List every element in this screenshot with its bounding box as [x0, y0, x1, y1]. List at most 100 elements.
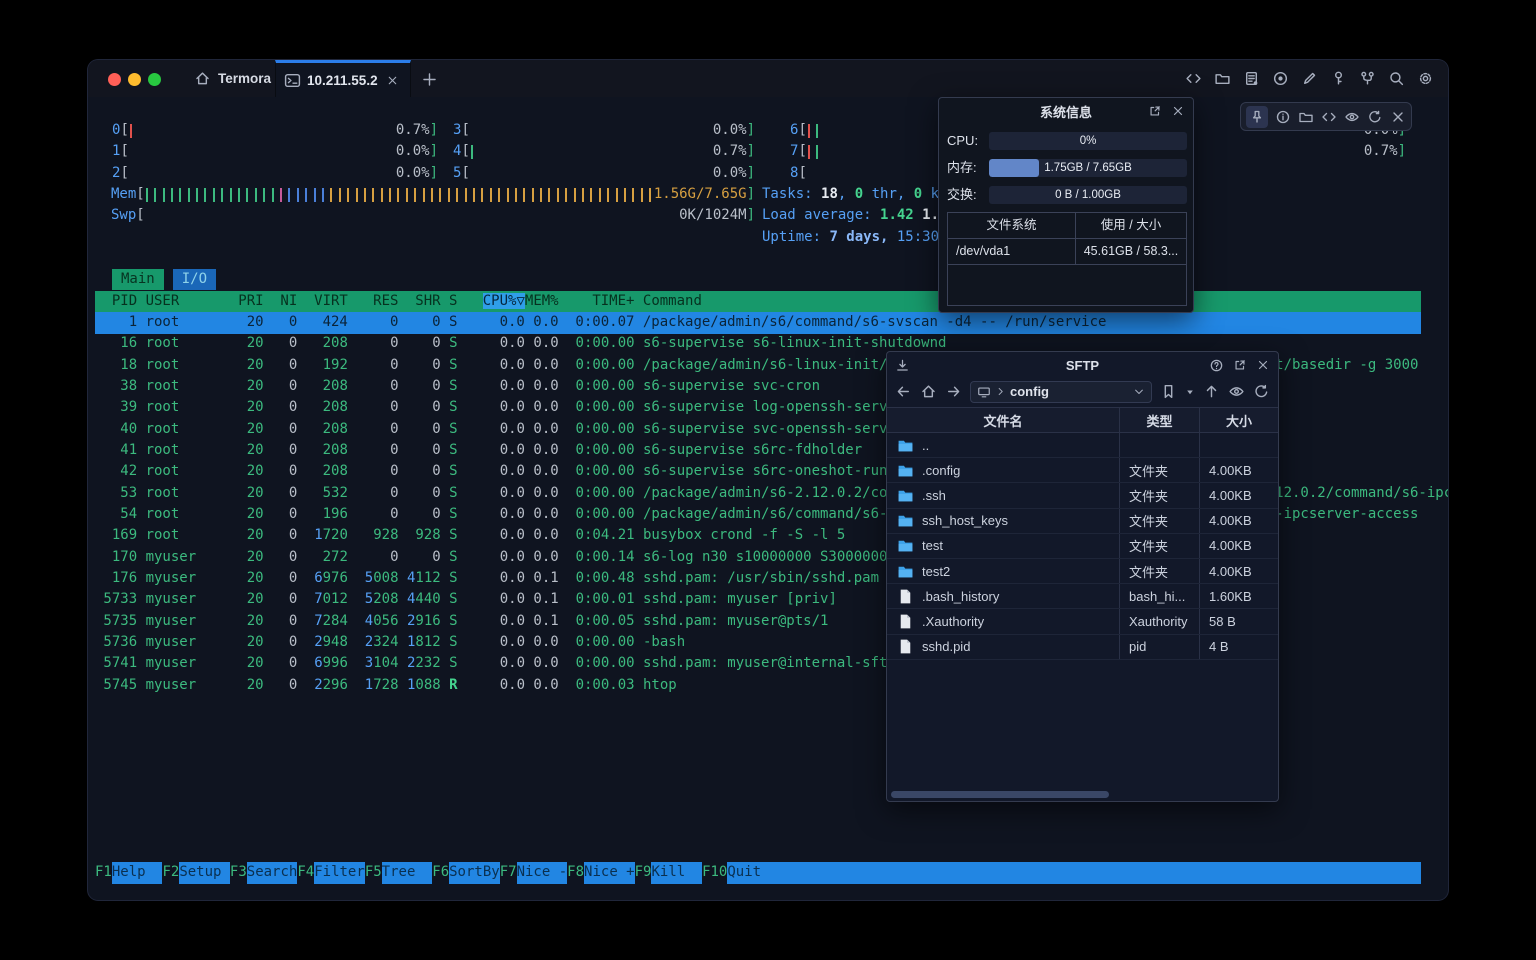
fkey-label-setup[interactable]: Setup [179, 862, 230, 884]
new-tab-button[interactable] [418, 68, 440, 90]
open-in-window-icon[interactable] [1233, 358, 1247, 372]
search-icon[interactable] [1388, 70, 1405, 87]
file-type: 文件夹 [1119, 458, 1199, 482]
tab-termora-label: Termora [218, 71, 271, 86]
file-row[interactable]: .ssh文件夹4.00KB [887, 483, 1278, 508]
file-row[interactable]: .bash_historybash_hi...1.60KB [887, 584, 1278, 609]
filesystem-row[interactable]: /dev/vda1 45.61GB / 58.3... [948, 239, 1186, 265]
close-panel-icon[interactable] [1256, 358, 1270, 372]
edit-icon [1301, 70, 1318, 87]
code-icon[interactable] [1321, 109, 1337, 125]
folder-icon[interactable] [1298, 109, 1314, 125]
process-row[interactable]: 42 root 20 0 208 0 0 S 0.0 0.0 0:00.00 s… [95, 461, 913, 483]
process-row[interactable]: 5736 myuser 20 0 2948 2324 1812 S 0.0 0.… [95, 632, 685, 654]
process-row[interactable]: 5735 myuser 20 0 7284 4056 2916 S 0.0 0.… [95, 611, 828, 633]
help-icon[interactable] [1209, 358, 1224, 373]
file-icon [897, 613, 914, 630]
process-row[interactable]: 16 root 20 0 208 0 0 S 0.0 0.0 0:00.00 s… [95, 333, 946, 355]
process-row[interactable]: 1 root 20 0 424 0 0 S 0.0 0.0 0:00.07 /p… [95, 312, 1421, 334]
fkey-label-help[interactable]: Help [112, 862, 163, 884]
fkey-label-kill[interactable]: Kill [651, 862, 702, 884]
file-size: 4.00KB [1199, 458, 1278, 482]
code-icon[interactable] [1185, 70, 1202, 87]
search-icon [1388, 70, 1405, 87]
process-row[interactable]: 5733 myuser 20 0 7012 5208 4440 S 0.0 0.… [95, 589, 837, 611]
edit-icon[interactable] [1301, 70, 1318, 87]
fkey-F10[interactable]: F10 [702, 862, 727, 884]
forward-icon[interactable] [945, 383, 962, 400]
fkey-label-filter[interactable]: Filter [314, 862, 365, 884]
folder-icon[interactable] [1214, 70, 1231, 87]
fkey-F6[interactable]: F6 [432, 862, 449, 884]
refresh-icon[interactable] [1367, 109, 1383, 125]
process-row[interactable]: 38 root 20 0 208 0 0 S 0.0 0.0 0:00.00 s… [95, 376, 820, 398]
process-table-header[interactable]: PID USER PRI NI VIRT RES SHR S CPU%▽MEM%… [95, 291, 1421, 313]
home-icon[interactable] [920, 383, 937, 400]
show-hidden-eye-icon[interactable] [1228, 383, 1245, 400]
fkey-F5[interactable]: F5 [365, 862, 382, 884]
settings-icon[interactable] [1417, 70, 1434, 87]
fkey-F8[interactable]: F8 [567, 862, 584, 884]
maximize-window-button[interactable] [148, 73, 161, 86]
close-panel-icon[interactable] [1171, 104, 1185, 118]
branch-icon[interactable] [1359, 70, 1376, 87]
refresh-icon[interactable] [1253, 383, 1270, 400]
memory-label: 内存: [947, 159, 987, 177]
minimize-window-button[interactable] [128, 73, 141, 86]
path-breadcrumb[interactable]: config [970, 381, 1152, 403]
fkey-F9[interactable]: F9 [635, 862, 652, 884]
file-row[interactable]: sshd.pidpid4 B [887, 635, 1278, 660]
close-icon[interactable] [1390, 109, 1406, 125]
sftp-table-header[interactable]: 文件名 类型 大小 [887, 407, 1278, 433]
file-row[interactable]: .config文件夹4.00KB [887, 458, 1278, 483]
process-row[interactable]: 39 root 20 0 208 0 0 S 0.0 0.0 0:00.00 s… [95, 397, 904, 419]
eye-icon[interactable] [1344, 109, 1360, 125]
caret-down-icon[interactable] [1185, 387, 1195, 397]
cpu-meter-1: 1[0.0%] [112, 141, 438, 162]
open-in-window-icon[interactable] [1148, 104, 1162, 118]
fkey-F2[interactable]: F2 [162, 862, 179, 884]
fkey-label-sortby[interactable]: SortBy [449, 862, 500, 884]
tab-session-active[interactable]: 10.211.55.2 [275, 60, 411, 97]
file-type: bash_hi... [1119, 584, 1199, 608]
up-directory-icon[interactable] [1203, 383, 1220, 400]
fkey-F3[interactable]: F3 [230, 862, 247, 884]
fkey-F7[interactable]: F7 [500, 862, 517, 884]
file-row[interactable]: test文件夹4.00KB [887, 534, 1278, 559]
info-icon[interactable] [1275, 109, 1291, 125]
process-row[interactable]: 5745 myuser 20 0 2296 1728 1088 R 0.0 0.… [95, 675, 677, 697]
fkey-label-tree[interactable]: Tree [382, 862, 433, 884]
process-row[interactable]: 5741 myuser 20 0 6996 3104 2232 S 0.0 0.… [95, 653, 896, 675]
document-icon[interactable] [1243, 70, 1260, 87]
fkey-label-search[interactable]: Search [247, 862, 298, 884]
fkey-label-quit[interactable]: Quit [727, 862, 1421, 884]
bookmark-icon[interactable] [1160, 383, 1177, 400]
back-icon[interactable] [895, 383, 912, 400]
code-icon [1185, 70, 1202, 87]
close-tab-icon[interactable] [386, 74, 399, 87]
close-icon [1171, 104, 1185, 118]
file-row[interactable]: .. [887, 433, 1278, 458]
fkey-F1[interactable]: F1 [95, 862, 112, 884]
pin-icon[interactable] [1246, 106, 1268, 128]
key-icon[interactable] [1330, 70, 1347, 87]
process-row[interactable]: 40 root 20 0 208 0 0 S 0.0 0.0 0:00.00 s… [95, 419, 904, 441]
record-icon[interactable] [1272, 70, 1289, 87]
process-row[interactable]: 41 root 20 0 208 0 0 S 0.0 0.0 0:00.00 s… [95, 440, 862, 462]
process-row[interactable]: 169 root 20 0 1720 928 928 S 0.0 0.0 0:0… [95, 525, 845, 547]
fkey-label-nice-[interactable]: Nice + [584, 862, 635, 884]
titlebar: Termora 10.211.55.2 [88, 60, 1448, 97]
file-row[interactable]: test2文件夹4.00KB [887, 559, 1278, 584]
tab-termora-home[interactable]: Termora [180, 60, 285, 97]
chevron-down-icon[interactable] [1133, 386, 1145, 398]
fkey-F4[interactable]: F4 [297, 862, 314, 884]
fkey-label-nice-[interactable]: Nice - [517, 862, 568, 884]
cpu-meter-3: 3[0.0%] [453, 120, 755, 141]
file-row[interactable]: ssh_host_keys文件夹4.00KB [887, 509, 1278, 534]
close-window-button[interactable] [108, 73, 121, 86]
file-row[interactable]: .XauthorityXauthority58 B [887, 609, 1278, 634]
horizontal-scrollbar[interactable] [891, 791, 1109, 798]
download-icon[interactable] [895, 358, 910, 373]
home-icon [194, 70, 211, 87]
external-icon [1148, 104, 1162, 118]
